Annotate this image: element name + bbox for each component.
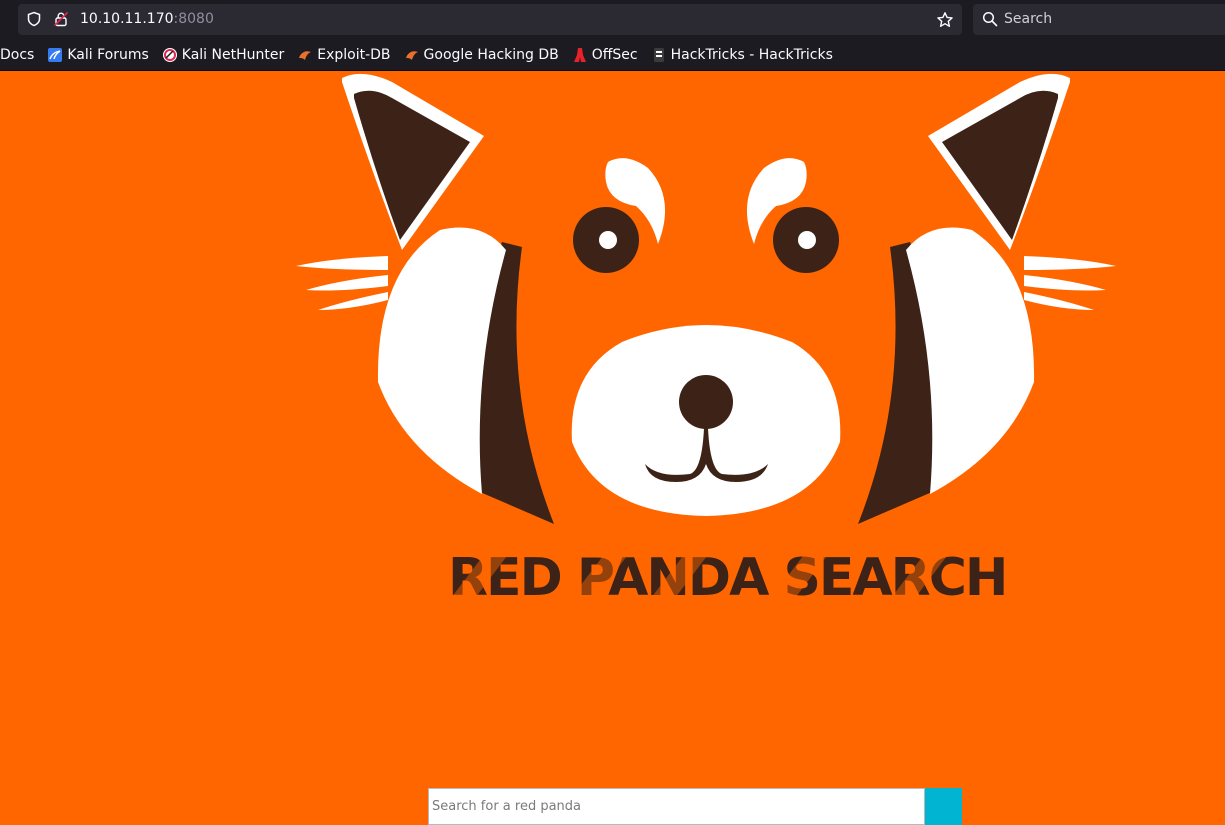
browser-search-bar[interactable]: Search [973,4,1225,35]
bookmark-label: Kali NetHunter [181,47,285,63]
panda-search-input[interactable] [428,788,925,825]
shield-icon[interactable] [26,11,42,27]
bookmark-kali-forums[interactable]: Kali Forums [47,47,149,63]
left-whiskers [296,256,388,310]
right-eye-highlight [798,231,816,249]
bookmark-star-icon[interactable] [936,11,954,29]
bookmark-docs[interactable]: Docs [0,47,34,63]
chrome-divider [0,70,1225,71]
url-host: 10.10.11.170 [80,11,174,27]
browser-search-placeholder: Search [1004,11,1053,27]
bookmark-label: OffSec [591,47,638,63]
browser-chrome: 10.10.11.170:8080 Search Docs Kali Forum… [0,0,1225,71]
right-whiskers [1024,256,1116,310]
panda-search-button[interactable] [925,788,962,825]
kali-nethunter-icon [162,48,177,62]
address-bar[interactable]: 10.10.11.170:8080 [18,4,962,35]
panda-nose [679,375,733,429]
url-text[interactable]: 10.10.11.170:8080 [80,10,214,29]
bookmark-kali-nethunter[interactable]: Kali NetHunter [162,47,284,63]
hacktricks-icon [653,48,664,62]
bookmark-label: HackTricks - HackTricks [670,47,833,63]
offsec-icon [573,48,586,62]
page-title: RED PANDA SEARCH [448,548,1008,608]
exploit-db-icon [299,51,312,60]
bookmark-google-hacking-db[interactable]: Google Hacking DB [404,47,559,63]
kali-forums-icon [48,48,63,62]
bookmark-label: Kali Forums [67,47,149,63]
bookmark-label: Google Hacking DB [423,47,559,63]
url-port: :8080 [173,11,214,27]
red-panda-logo [296,73,1116,532]
bookmarks-toolbar: Docs Kali Forums Kali NetHunter Exploit-… [0,44,846,66]
left-eye-highlight [599,231,617,249]
bookmark-offsec[interactable]: OffSec [572,47,638,63]
bookmark-label: Exploit-DB [317,47,391,63]
lock-icon[interactable] [53,11,69,27]
bookmark-exploit-db[interactable]: Exploit-DB [297,47,391,63]
search-icon [982,11,998,27]
panda-search-form [428,788,962,825]
ghdb-icon [405,51,418,60]
bookmark-label: Docs [0,47,35,63]
bookmark-hacktricks[interactable]: HackTricks - HackTricks [651,47,833,63]
